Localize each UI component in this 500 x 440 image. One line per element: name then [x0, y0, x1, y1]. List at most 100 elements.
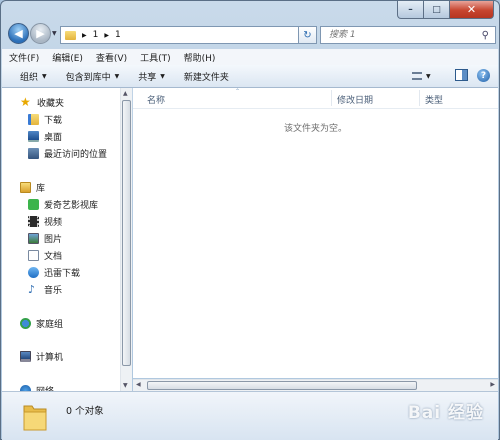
maximize-button[interactable]: □ — [424, 1, 450, 19]
sidebar-item-documents[interactable]: 文档 — [28, 248, 62, 263]
sidebar-item-label: 爱奇艺影视库 — [44, 201, 99, 211]
file-list[interactable]: 名称 ⌃ 修改日期 类型 该文件夹为空。 — [133, 88, 498, 378]
sidebar-item-homegroup[interactable]: 家庭组 — [20, 316, 63, 331]
breadcrumb: ▶ 1 ▶ 1 — [82, 30, 121, 40]
organize-button[interactable]: 组织 ▼ — [2, 70, 56, 83]
share-button[interactable]: 共享 ▼ — [128, 70, 174, 83]
sidebar-item-label: 迅雷下载 — [44, 269, 81, 279]
chevron-right-icon[interactable]: ▶ — [104, 32, 109, 39]
recent-pages-dropdown[interactable]: ▼ — [52, 30, 57, 37]
sidebar-item-music[interactable]: ♪ 音乐 — [28, 282, 62, 297]
computer-icon — [20, 351, 31, 362]
sidebar-item-label: 家庭组 — [36, 320, 64, 330]
column-type[interactable]: 类型 — [425, 93, 443, 106]
sidebar-item-pictures[interactable]: 图片 — [28, 231, 62, 246]
empty-folder-message: 该文件夹为空。 — [283, 124, 347, 134]
sidebar-item-label: 音乐 — [44, 286, 63, 296]
close-button[interactable]: ✕ — [450, 1, 494, 19]
sidebar-item-label: 库 — [36, 184, 46, 194]
chevron-right-icon[interactable]: ▶ — [82, 32, 87, 39]
column-divider[interactable] — [419, 90, 420, 106]
watermark: Bai 经验 — [407, 403, 484, 423]
sidebar-item-computer[interactable]: 计算机 — [20, 349, 63, 364]
sidebar-item-label: 图片 — [44, 235, 63, 245]
scrollbar-thumb[interactable] — [122, 100, 131, 366]
scrollbar-thumb[interactable] — [147, 381, 417, 390]
menu-file[interactable]: 文件(F) — [2, 51, 45, 64]
help-icon[interactable]: ? — [477, 69, 490, 82]
details-pane: 0 个对象 Bai 经验 — [2, 391, 498, 440]
sidebar-item-thunder-downloads[interactable]: 迅雷下载 — [28, 265, 80, 280]
chevron-down-icon: ▼ — [42, 72, 47, 80]
file-list-scrollbar[interactable]: ◀ ▶ — [133, 379, 498, 391]
column-modified-date[interactable]: 修改日期 — [337, 93, 373, 106]
chevron-down-icon: ▼ — [426, 72, 431, 80]
address-bar[interactable]: ▶ 1 ▶ 1 ▼ — [60, 26, 316, 44]
library-icon — [20, 182, 31, 193]
search-box[interactable]: ⚲ — [320, 26, 496, 44]
search-icon[interactable]: ⚲ — [482, 30, 489, 41]
explorer-window: – □ ✕ ◀ ▶ ▼ ▶ 1 ▶ 1 ▼ ↻ ⚲ 文件( — [0, 0, 500, 440]
sidebar-item-desktop[interactable]: 桌面 — [28, 129, 62, 144]
breadcrumb-item[interactable]: 1 — [115, 30, 121, 40]
forward-button[interactable]: ▶ — [30, 23, 51, 44]
refresh-button[interactable]: ↻ — [298, 26, 317, 44]
sidebar-item-videos[interactable]: 视频 — [28, 214, 62, 229]
caption-buttons: – □ ✕ — [397, 1, 494, 20]
scroll-up-icon[interactable]: ▲ — [123, 90, 128, 97]
sidebar-item-recent-places[interactable]: 最近访问的位置 — [28, 146, 107, 161]
star-icon: ★ — [20, 94, 31, 109]
sidebar-item-label: 计算机 — [36, 353, 64, 363]
sidebar-item-downloads[interactable]: 下载 — [28, 112, 62, 127]
sidebar-item-label: 桌面 — [44, 133, 63, 143]
menu-help[interactable]: 帮助(H) — [177, 51, 222, 64]
item-count: 0 个对象 — [66, 406, 104, 417]
scroll-left-icon[interactable]: ◀ — [136, 381, 141, 388]
homegroup-icon — [20, 318, 31, 329]
navigation-row: ◀ ▶ ▼ ▶ 1 ▶ 1 ▼ ↻ ⚲ — [6, 23, 496, 45]
navigation-pane: ★ 收藏夹 下载 桌面 最近访问的位置 库 爱奇艺影视库 视频 图片 文档 迅雷… — [2, 88, 120, 391]
sidebar-item-libraries[interactable]: 库 — [20, 180, 45, 195]
back-button[interactable]: ◀ — [8, 23, 29, 44]
menu-bar: 文件(F) 编辑(E) 查看(V) 工具(T) 帮助(H) — [2, 49, 498, 66]
pictures-icon — [28, 233, 39, 244]
refresh-icon: ↻ — [303, 29, 312, 41]
sidebar-item-label: 最近访问的位置 — [44, 150, 108, 160]
breadcrumb-item[interactable]: 1 — [93, 30, 99, 40]
recent-places-icon — [28, 148, 39, 159]
change-view-button[interactable]: ▼ — [412, 69, 436, 83]
sidebar-item-favorites[interactable]: ★ 收藏夹 — [20, 95, 64, 110]
search-input[interactable] — [327, 29, 481, 41]
video-icon — [28, 216, 39, 227]
documents-icon — [28, 250, 39, 261]
minimize-button[interactable]: – — [397, 1, 424, 19]
sidebar-item-label: 下载 — [44, 116, 63, 126]
sidebar-item-label: 视频 — [44, 218, 63, 228]
thunder-icon — [28, 267, 39, 278]
menu-edit[interactable]: 编辑(E) — [45, 51, 89, 64]
column-name[interactable]: 名称 — [147, 93, 165, 106]
view-list-icon — [412, 72, 422, 80]
sidebar-item-iqiyi-library[interactable]: 爱奇艺影视库 — [28, 197, 98, 212]
menu-tools[interactable]: 工具(T) — [133, 51, 177, 64]
column-divider[interactable] — [331, 90, 332, 106]
scroll-right-icon[interactable]: ▶ — [490, 381, 495, 388]
desktop-icon — [28, 131, 39, 142]
menu-view[interactable]: 查看(V) — [89, 51, 133, 64]
folder-icon — [65, 30, 76, 40]
arrow-right-icon: ▶ — [36, 27, 45, 40]
column-headers: 名称 ⌃ 修改日期 类型 — [133, 88, 498, 109]
downloads-folder-icon — [28, 114, 39, 125]
navigation-pane-scrollbar[interactable]: ▲ ▼ — [120, 88, 132, 391]
include-in-library-button[interactable]: 包含到库中 ▼ — [56, 70, 129, 83]
scroll-down-icon[interactable]: ▼ — [123, 382, 128, 389]
new-folder-label: 新建文件夹 — [183, 72, 229, 83]
share-label: 共享 — [138, 72, 157, 83]
music-icon: ♪ — [28, 283, 36, 296]
new-folder-button[interactable]: 新建文件夹 — [174, 70, 238, 83]
sidebar-item-label: 网络 — [36, 384, 54, 391]
preview-pane-icon[interactable] — [455, 69, 468, 81]
chevron-down-icon: ▼ — [114, 72, 120, 80]
include-library-label: 包含到库中 — [65, 72, 111, 83]
sidebar-item-network[interactable]: 网络 — [20, 383, 54, 391]
